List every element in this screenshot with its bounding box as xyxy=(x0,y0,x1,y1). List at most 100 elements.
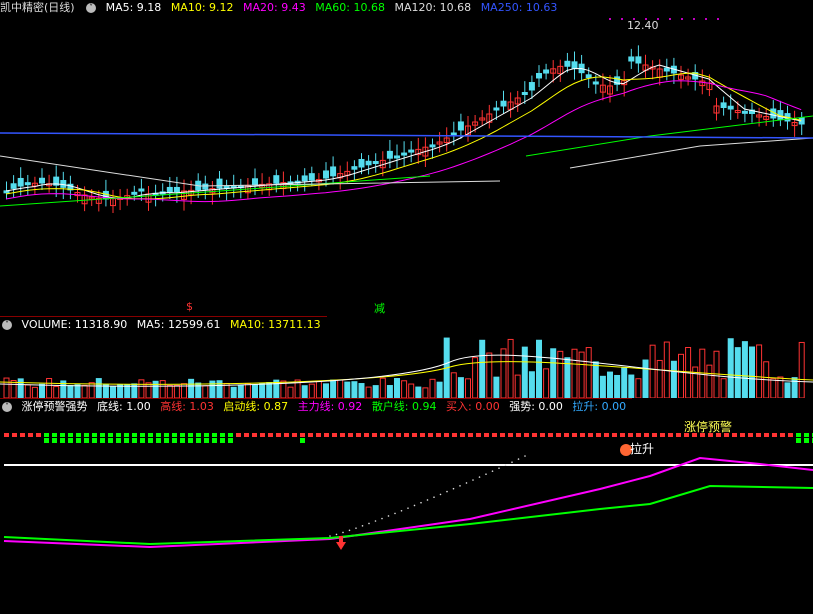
signal-dot-low xyxy=(44,438,49,443)
candle-body xyxy=(10,183,17,189)
volume-bar xyxy=(323,383,329,398)
volume-bar xyxy=(536,339,542,398)
start-line-dot xyxy=(342,531,344,534)
signal-dot xyxy=(196,433,201,437)
signal-chart[interactable] xyxy=(0,414,813,612)
signal-dot xyxy=(268,433,273,437)
signal-dot xyxy=(580,433,585,437)
volume-bar xyxy=(692,366,699,398)
volume-label: VOLUME: 11318.90 xyxy=(21,318,128,331)
candle-body xyxy=(273,175,280,184)
signal-dot-low xyxy=(148,438,153,443)
volume-bar xyxy=(422,387,429,398)
bottom-line-label: 底线: 1.00 xyxy=(97,400,151,413)
volume-bar xyxy=(798,341,805,398)
signal-dot-low xyxy=(84,438,89,443)
signal-dot xyxy=(436,433,441,437)
start-line-dot xyxy=(446,490,448,493)
signal-dot xyxy=(164,433,169,437)
start-line-dot xyxy=(400,509,403,512)
volume-bar xyxy=(159,380,166,398)
start-line-dot xyxy=(420,501,422,504)
signal-dot xyxy=(300,433,305,437)
volume-chart[interactable] xyxy=(0,332,813,398)
volume-bar xyxy=(678,353,684,398)
volume-bar xyxy=(585,347,592,398)
chevron-down-icon[interactable]: ˅ xyxy=(86,3,97,13)
volume-bar xyxy=(571,348,578,398)
candle-body xyxy=(408,149,415,153)
signal-dot xyxy=(788,433,793,437)
main-force-label: 主力线: 0.92 xyxy=(297,400,363,413)
signal-dot xyxy=(764,433,769,437)
signal-dot xyxy=(116,433,121,437)
volume-bar xyxy=(230,386,237,398)
signal-dot xyxy=(540,433,545,437)
signal-dot xyxy=(444,433,449,437)
volume-bar xyxy=(259,382,266,398)
signal-dot-low xyxy=(188,438,193,443)
volume-bar xyxy=(486,352,493,398)
volume-bar xyxy=(770,378,777,398)
signal-dot xyxy=(52,433,57,437)
signal-dot xyxy=(404,433,409,437)
signal-dot xyxy=(548,433,553,437)
signal-dot-low xyxy=(60,438,65,443)
signal-dot-low xyxy=(172,438,177,443)
signal-dot-low xyxy=(76,438,81,443)
top-dot xyxy=(681,18,683,20)
signal-dot xyxy=(148,433,153,437)
chevron-down-icon[interactable]: ˅ xyxy=(2,402,12,412)
volume-bar xyxy=(372,385,379,398)
retail-line-label: 散户线: 0.94 xyxy=(371,400,437,413)
signal-dot xyxy=(644,433,649,437)
signal-dot-low xyxy=(68,438,73,443)
signal-dot xyxy=(340,433,345,437)
signal-dot xyxy=(772,433,777,437)
candle-body xyxy=(308,173,315,181)
candle-body xyxy=(592,81,599,85)
start-line-dot xyxy=(491,470,494,472)
start-line-dot xyxy=(413,504,416,507)
signal-dot xyxy=(76,433,81,437)
signal-dot xyxy=(108,433,113,437)
volume-bar xyxy=(379,377,386,398)
price-chart[interactable] xyxy=(0,16,813,316)
signal-dot xyxy=(428,433,433,437)
start-line-label: 启动线: 0.87 xyxy=(223,400,289,413)
ma20-line xyxy=(5,80,802,203)
volume-bar xyxy=(543,368,550,398)
candle-body xyxy=(394,155,400,159)
volume-bar xyxy=(330,379,337,398)
volume-bar xyxy=(81,384,88,398)
volume-bar xyxy=(24,384,31,398)
signal-dot xyxy=(468,433,473,437)
volume-bar xyxy=(386,385,393,398)
volume-bar xyxy=(450,372,457,398)
signal-dot xyxy=(244,433,249,437)
signal-dot xyxy=(460,433,465,437)
volume-bar xyxy=(10,379,17,398)
signal-dot xyxy=(36,433,41,437)
signal-dot xyxy=(396,433,401,437)
top-dot xyxy=(693,18,695,20)
candle-body xyxy=(401,152,408,156)
signal-dot-low xyxy=(180,438,185,443)
volume-bar xyxy=(599,375,606,398)
start-line-dot xyxy=(485,473,487,475)
volume-bar xyxy=(3,377,10,398)
volume-bar xyxy=(656,359,663,398)
signal-dot xyxy=(308,433,313,437)
volume-bar xyxy=(308,383,315,398)
signal-dot xyxy=(228,433,233,437)
volume-bar xyxy=(734,347,741,398)
start-line-dot xyxy=(504,464,507,466)
signal-dot xyxy=(628,433,633,437)
volume-bar xyxy=(202,385,209,398)
signal-dot-low xyxy=(100,438,105,443)
chevron-down-icon[interactable]: ˅ xyxy=(2,320,12,330)
candle-body xyxy=(202,183,209,190)
volume-bar xyxy=(642,359,649,398)
volume-bar xyxy=(784,382,791,398)
high-line-label: 高线: 1.03 xyxy=(160,400,214,413)
